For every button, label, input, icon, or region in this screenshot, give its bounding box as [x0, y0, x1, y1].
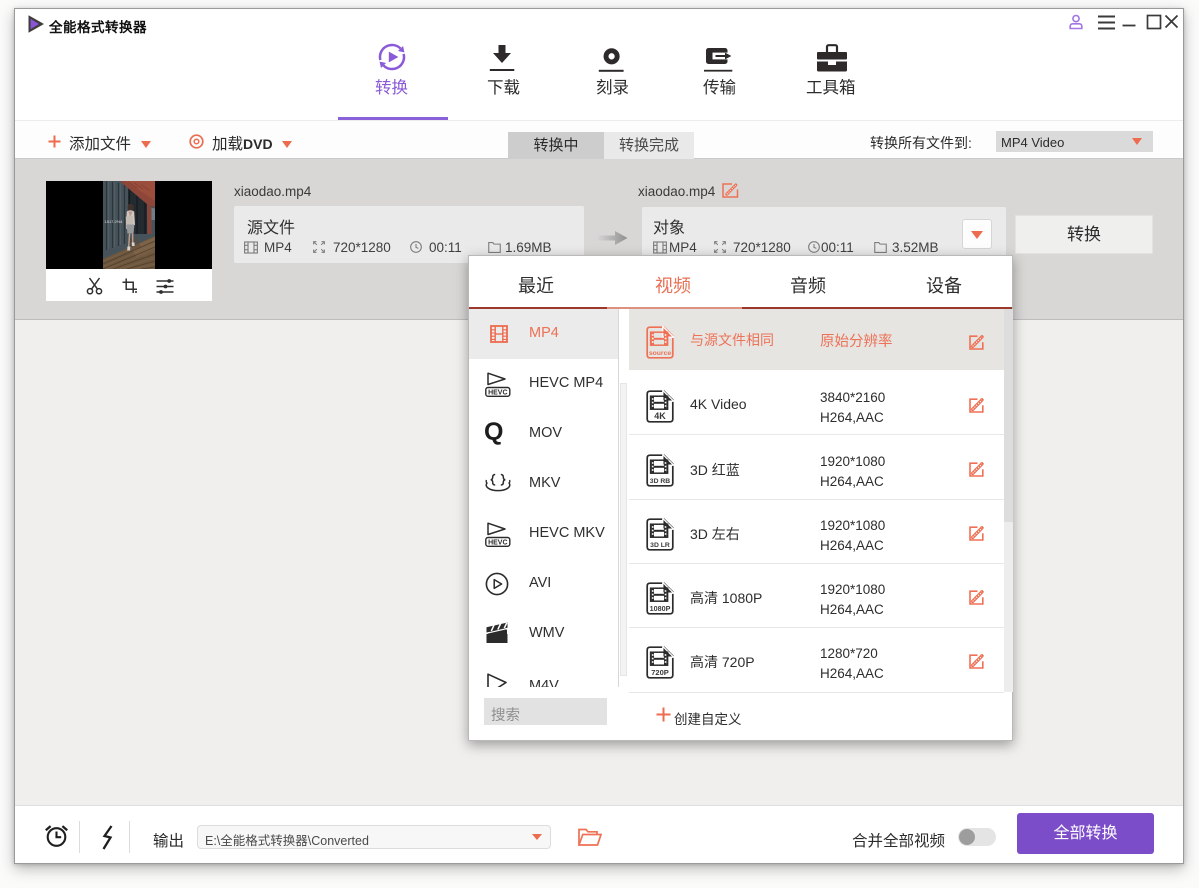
svg-text:1080P: 1080P	[650, 604, 671, 613]
svg-text:source: source	[649, 350, 672, 357]
svg-text:3D RB: 3D RB	[650, 478, 670, 485]
svg-text:3D LR: 3D LR	[650, 542, 670, 549]
svg-text:720P: 720P	[651, 668, 669, 677]
svg-text:HEVC: HEVC	[488, 540, 507, 547]
svg-text:4K: 4K	[654, 411, 666, 421]
svg-text:HEVC: HEVC	[488, 390, 507, 397]
svg-text:1517.2%4: 1517.2%4	[105, 219, 124, 224]
